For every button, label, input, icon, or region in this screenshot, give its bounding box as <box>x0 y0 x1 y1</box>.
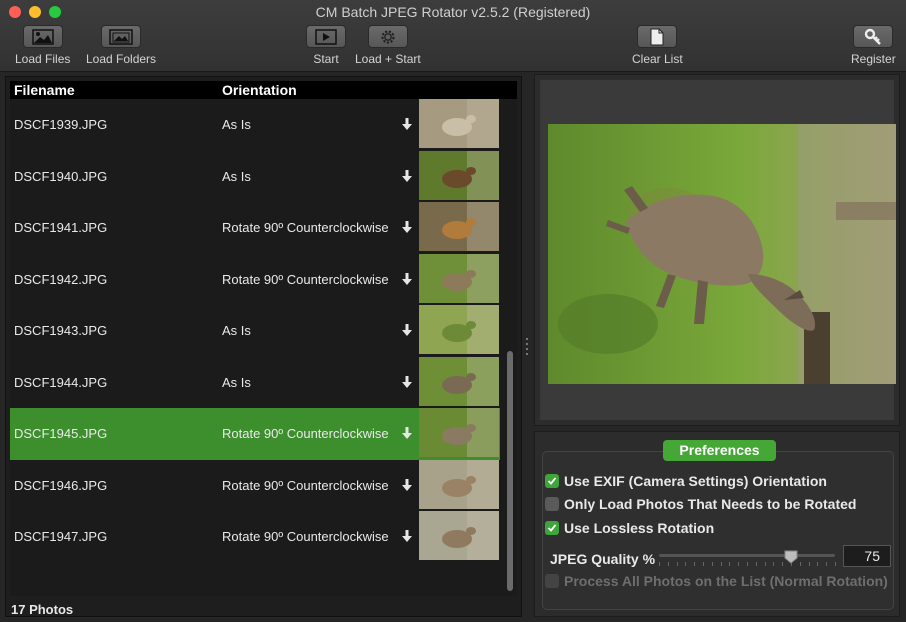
process-all-checkbox: Process All Photos on the List (Normal R… <box>545 573 888 589</box>
checkbox-disabled-icon <box>545 574 559 588</box>
photo-list[interactable]: Filename Orientation DSCF1939.JPG As Is DS… <box>10 81 517 596</box>
start-label: Start <box>313 52 339 66</box>
orientation-cell[interactable]: Rotate 90º Counterclockwise <box>222 220 389 235</box>
filename-cell: DSCF1939.JPG <box>14 117 108 132</box>
orientation-cell[interactable]: As Is <box>222 375 251 390</box>
preview-panel <box>534 74 900 426</box>
checkbox-checked-icon[interactable] <box>545 521 559 535</box>
photo-thumbnail <box>419 511 499 560</box>
table-row[interactable]: DSCF1944.JPG As Is <box>10 356 500 409</box>
arrow-down-icon[interactable] <box>401 169 413 188</box>
clear-list-button[interactable]: Clear List <box>632 25 683 66</box>
use-exif-label: Use EXIF (Camera Settings) Orientation <box>564 473 827 489</box>
preferences-title: Preferences <box>663 440 776 461</box>
photo-thumbnail <box>419 150 499 200</box>
table-row[interactable]: DSCF1947.JPG Rotate 90º Counterclockwise <box>10 511 500 563</box>
photo-thumbnail <box>419 253 499 303</box>
play-icon <box>315 28 337 45</box>
photo-thumbnail <box>419 305 499 354</box>
photo-thumbnail <box>419 459 499 509</box>
jpeg-quality-slider[interactable] <box>659 550 836 568</box>
arrow-down-icon[interactable] <box>401 529 413 548</box>
process-all-label: Process All Photos on the List (Normal R… <box>564 573 888 589</box>
list-header: Filename Orientation <box>10 81 517 99</box>
table-row[interactable]: DSCF1943.JPG As Is <box>10 305 500 357</box>
load-start-button[interactable]: Load + Start <box>355 25 421 66</box>
arrow-down-icon[interactable] <box>401 272 413 291</box>
filename-cell: DSCF1946.JPG <box>14 477 108 493</box>
photo-count: 17 Photos <box>11 602 74 617</box>
arrow-down-icon[interactable] <box>401 117 413 136</box>
scrollbar-thumb[interactable] <box>507 351 513 591</box>
list-rows: DSCF1939.JPG As Is DSCF1940.JPG As Is DSCF19… <box>10 99 500 563</box>
clear-list-label: Clear List <box>632 52 683 66</box>
orientation-cell[interactable]: Rotate 90º Counterclockwise <box>222 426 389 441</box>
load-folders-label: Load Folders <box>86 52 157 66</box>
filename-cell: DSCF1941.JPG <box>14 220 108 235</box>
orientation-cell[interactable]: As Is <box>222 169 251 184</box>
document-icon <box>650 28 664 45</box>
register-button[interactable]: Register <box>851 25 896 66</box>
list-scrollbar[interactable] <box>503 99 517 596</box>
orientation-cell[interactable]: As Is <box>222 117 251 132</box>
load-start-label: Load + Start <box>355 52 421 66</box>
folder-image-icon <box>109 28 133 45</box>
orientation-cell[interactable]: As Is <box>222 323 251 338</box>
slider-ticks <box>659 562 836 566</box>
filename-column-header[interactable]: Filename <box>14 82 75 98</box>
image-icon <box>31 28 54 45</box>
preview-image <box>548 124 896 384</box>
filename-cell: DSCF1942.JPG <box>14 271 108 287</box>
jpeg-quality-label: JPEG Quality % <box>550 551 656 567</box>
arrow-down-icon[interactable] <box>401 323 413 342</box>
start-button[interactable]: Start <box>306 25 346 66</box>
load-folders-button[interactable]: Load Folders <box>86 25 156 66</box>
load-files-button[interactable]: Load Files <box>15 25 70 66</box>
only-load-label: Only Load Photos That Needs to be Rotate… <box>564 496 857 512</box>
table-row[interactable]: DSCF1942.JPG Rotate 90º Counterclockwise <box>10 253 500 306</box>
only-load-checkbox[interactable]: Only Load Photos That Needs to be Rotate… <box>545 496 856 512</box>
orientation-cell[interactable]: Rotate 90º Counterclockwise <box>222 529 389 544</box>
title-toolbar: CM Batch JPEG Rotator v2.5.2 (Registered… <box>0 0 906 72</box>
gear-icon <box>381 29 395 44</box>
table-row[interactable]: DSCF1941.JPG Rotate 90º Counterclockwise <box>10 202 500 254</box>
arrow-down-icon[interactable] <box>401 478 413 497</box>
orientation-column-header[interactable]: Orientation <box>222 82 297 98</box>
jpeg-quality-field[interactable]: 75 <box>843 545 891 567</box>
filename-cell: DSCF1940.JPG <box>14 168 108 184</box>
photo-thumbnail <box>419 408 499 457</box>
table-row[interactable]: DSCF1945.JPG Rotate 90º Counterclockwise <box>10 408 500 460</box>
arrow-down-icon[interactable] <box>401 220 413 239</box>
photo-thumbnail <box>419 99 499 148</box>
checkbox-checked-icon[interactable] <box>545 474 559 488</box>
photo-thumbnail <box>419 202 499 251</box>
lossless-checkbox[interactable]: Use Lossless Rotation <box>545 520 714 536</box>
filename-cell: DSCF1944.JPG <box>14 374 108 390</box>
use-exif-checkbox[interactable]: Use EXIF (Camera Settings) Orientation <box>545 473 827 489</box>
photo-list-panel: Filename Orientation DSCF1939.JPG As Is DS… <box>5 76 522 617</box>
load-files-label: Load Files <box>15 52 71 66</box>
filename-cell: DSCF1945.JPG <box>14 426 108 441</box>
table-row[interactable]: DSCF1946.JPG Rotate 90º Counterclockwise <box>10 459 500 512</box>
register-label: Register <box>851 52 896 66</box>
filename-cell: DSCF1947.JPG <box>14 529 108 544</box>
slider-knob[interactable] <box>784 550 798 564</box>
key-icon <box>865 28 882 45</box>
arrow-down-icon[interactable] <box>401 375 413 394</box>
table-row[interactable]: DSCF1939.JPG As Is <box>10 99 500 151</box>
arrow-down-icon[interactable] <box>401 426 413 445</box>
orientation-cell[interactable]: Rotate 90º Counterclockwise <box>222 272 389 287</box>
table-row[interactable]: DSCF1940.JPG As Is <box>10 150 500 203</box>
photo-thumbnail <box>419 356 499 406</box>
preferences-panel: Preferences Use EXIF (Camera Settings) O… <box>534 431 900 617</box>
filename-cell: DSCF1943.JPG <box>14 323 108 338</box>
checkbox-unchecked-icon[interactable] <box>545 497 559 511</box>
lossless-label: Use Lossless Rotation <box>564 520 715 536</box>
window-title: CM Batch JPEG Rotator v2.5.2 (Registered… <box>315 4 591 20</box>
split-handle[interactable] <box>526 338 529 358</box>
orientation-cell[interactable]: Rotate 90º Counterclockwise <box>222 478 389 493</box>
